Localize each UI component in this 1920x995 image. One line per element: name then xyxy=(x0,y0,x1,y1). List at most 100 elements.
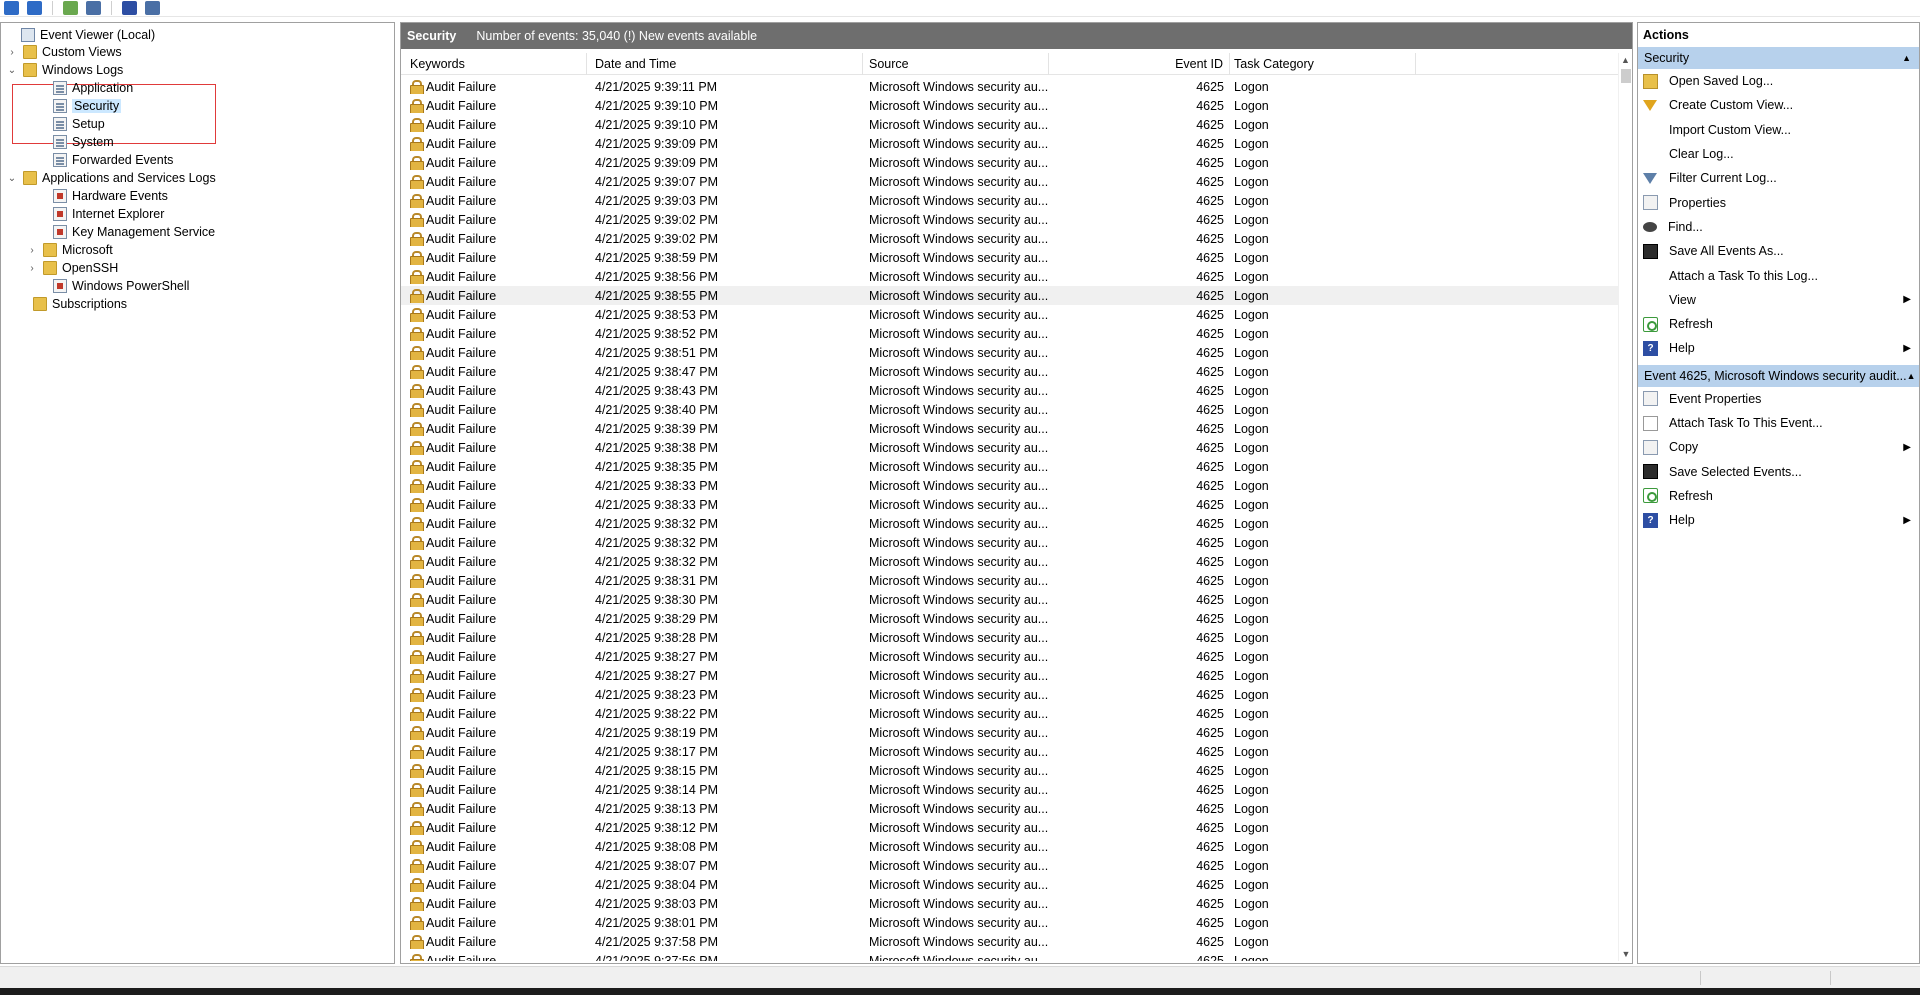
actions-section-header[interactable]: Event 4625, Microsoft Windows security a… xyxy=(1638,364,1919,387)
tree-item-openssh[interactable]: › OpenSSH xyxy=(27,259,118,277)
event-row[interactable]: Audit Failure 4/21/2025 9:38:52 PM Microso… xyxy=(401,324,1619,343)
column-header-source[interactable]: Source xyxy=(863,53,1049,75)
event-row[interactable]: Audit Failure 4/21/2025 9:38:33 PM Microso… xyxy=(401,476,1619,495)
scroll-up-icon[interactable]: ▲ xyxy=(1619,53,1632,67)
console-tree-button[interactable] xyxy=(84,0,103,17)
help-button[interactable] xyxy=(120,0,139,17)
event-row[interactable]: Audit Failure 4/21/2025 9:38:04 PM Microso… xyxy=(401,875,1619,894)
collapse-icon[interactable]: ▲ xyxy=(1902,47,1911,69)
forward-button[interactable] xyxy=(25,0,44,17)
event-row[interactable]: Audit Failure 4/21/2025 9:39:02 PM Microso… xyxy=(401,210,1619,229)
tree-item-applications-and-services-logs[interactable]: ⌄ Applications and Services Logs xyxy=(7,169,216,187)
column-header-keywords[interactable]: Keywords xyxy=(401,53,587,75)
tree-item-windows-powershell[interactable]: Windows PowerShell xyxy=(37,277,189,295)
event-row[interactable]: Audit Failure 4/21/2025 9:39:03 PM Microso… xyxy=(401,191,1619,210)
event-row[interactable]: Audit Failure 4/21/2025 9:38:27 PM Microso… xyxy=(401,647,1619,666)
scroll-thumb[interactable] xyxy=(1621,69,1631,83)
event-row[interactable]: Audit Failure 4/21/2025 9:38:38 PM Microso… xyxy=(401,438,1619,457)
tree-item-setup[interactable]: Setup xyxy=(37,115,105,133)
event-row[interactable]: Audit Failure 4/21/2025 9:38:51 PM Microso… xyxy=(401,343,1619,362)
event-row[interactable]: Audit Failure 4/21/2025 9:38:39 PM Microso… xyxy=(401,419,1619,438)
event-row[interactable]: Audit Failure 4/21/2025 9:38:32 PM Microso… xyxy=(401,514,1619,533)
event-row[interactable]: Audit Failure 4/21/2025 9:39:09 PM Microso… xyxy=(401,134,1619,153)
action-find[interactable]: Find... xyxy=(1638,215,1919,239)
action-save-all-events-as[interactable]: Save All Events As... xyxy=(1638,239,1919,263)
event-row[interactable]: Audit Failure 4/21/2025 9:39:10 PM Microso… xyxy=(401,96,1619,115)
action-attach-a-task-to-this-log[interactable]: Attach a Task To this Log... xyxy=(1638,263,1919,287)
event-row[interactable]: Audit Failure 4/21/2025 9:38:22 PM Microso… xyxy=(401,704,1619,723)
tree-item-system[interactable]: System xyxy=(37,133,114,151)
event-row[interactable]: Audit Failure 4/21/2025 9:38:32 PM Microso… xyxy=(401,552,1619,571)
action-event-properties[interactable]: Event Properties xyxy=(1638,387,1919,411)
chevron-right-icon[interactable]: › xyxy=(7,47,17,58)
event-row[interactable]: Audit Failure 4/21/2025 9:38:33 PM Microso… xyxy=(401,495,1619,514)
tree-item-forwarded-events[interactable]: Forwarded Events xyxy=(37,151,173,169)
chevron-down-icon[interactable]: ⌄ xyxy=(7,173,17,184)
event-row[interactable]: Audit Failure 4/21/2025 9:39:09 PM Microso… xyxy=(401,153,1619,172)
scroll-down-icon[interactable]: ▼ xyxy=(1619,947,1633,961)
action-refresh[interactable]: Refresh xyxy=(1638,312,1919,336)
event-row[interactable]: Audit Failure 4/21/2025 9:38:15 PM Microso… xyxy=(401,761,1619,780)
action-import-custom-view[interactable]: Import Custom View... xyxy=(1638,118,1919,142)
event-row[interactable]: Audit Failure 4/21/2025 9:38:19 PM Microso… xyxy=(401,723,1619,742)
event-row[interactable]: Audit Failure 4/21/2025 9:38:30 PM Microso… xyxy=(401,590,1619,609)
event-row[interactable]: Audit Failure 4/21/2025 9:38:47 PM Microso… xyxy=(401,362,1619,381)
event-row[interactable]: Audit Failure 4/21/2025 9:38:27 PM Microso… xyxy=(401,666,1619,685)
event-row[interactable]: Audit Failure 4/21/2025 9:38:03 PM Microso… xyxy=(401,894,1619,913)
column-header-event-id[interactable]: Event ID xyxy=(1049,53,1230,75)
event-row[interactable]: Audit Failure 4/21/2025 9:39:07 PM Microso… xyxy=(401,172,1619,191)
event-row[interactable]: Audit Failure 4/21/2025 9:38:35 PM Microso… xyxy=(401,457,1619,476)
action-help[interactable]: ? Help ▶ xyxy=(1638,508,1919,532)
action-open-saved-log[interactable]: Open Saved Log... xyxy=(1638,69,1919,93)
event-row[interactable]: Audit Failure 4/21/2025 9:38:59 PM Microso… xyxy=(401,248,1619,267)
event-row[interactable]: Audit Failure 4/21/2025 9:39:10 PM Microso… xyxy=(401,115,1619,134)
event-row[interactable]: Audit Failure 4/21/2025 9:38:53 PM Microso… xyxy=(401,305,1619,324)
action-properties[interactable]: Properties xyxy=(1638,190,1919,214)
tree-item-key-management-service[interactable]: Key Management Service xyxy=(37,223,215,241)
collapse-icon[interactable]: ▲ xyxy=(1907,365,1916,387)
event-row[interactable]: Audit Failure 4/21/2025 9:38:07 PM Microso… xyxy=(401,856,1619,875)
action-save-selected-events[interactable]: Save Selected Events... xyxy=(1638,459,1919,483)
event-row[interactable]: Audit Failure 4/21/2025 9:38:32 PM Microso… xyxy=(401,533,1619,552)
event-row[interactable]: Audit Failure 4/21/2025 9:38:31 PM Microso… xyxy=(401,571,1619,590)
action-help[interactable]: ? Help ▶ xyxy=(1638,336,1919,360)
tree-item-custom-views[interactable]: › Custom Views xyxy=(7,43,122,61)
event-row[interactable]: Audit Failure 4/21/2025 9:38:12 PM Microso… xyxy=(401,818,1619,837)
tree-item-hardware-events[interactable]: Hardware Events xyxy=(37,187,168,205)
event-row[interactable]: Audit Failure 4/21/2025 9:38:29 PM Microso… xyxy=(401,609,1619,628)
action-attach-task-to-this-event[interactable]: Attach Task To This Event... xyxy=(1638,411,1919,435)
tree-item-event-viewer-local[interactable]: Event Viewer (Local) xyxy=(5,26,155,44)
event-row[interactable]: Audit Failure 4/21/2025 9:38:17 PM Microso… xyxy=(401,742,1619,761)
chevron-down-icon[interactable]: ⌄ xyxy=(7,65,17,76)
tree-item-subscriptions[interactable]: Subscriptions xyxy=(17,295,127,313)
event-row[interactable]: Audit Failure 4/21/2025 9:38:43 PM Microso… xyxy=(401,381,1619,400)
event-row[interactable]: Audit Failure 4/21/2025 9:38:14 PM Microso… xyxy=(401,780,1619,799)
event-row[interactable]: Audit Failure 4/21/2025 9:39:11 PM Microso… xyxy=(401,77,1619,96)
tree-item-microsoft[interactable]: › Microsoft xyxy=(27,241,113,259)
event-row[interactable]: Audit Failure 4/21/2025 9:37:56 PM Microso… xyxy=(401,951,1619,961)
event-row[interactable]: Audit Failure 4/21/2025 9:38:40 PM Microso… xyxy=(401,400,1619,419)
column-header-task-category[interactable]: Task Category xyxy=(1230,53,1416,75)
action-filter-current-log[interactable]: Filter Current Log... xyxy=(1638,166,1919,190)
tree-item-security[interactable]: Security xyxy=(37,97,122,115)
event-row[interactable]: Audit Failure 4/21/2025 9:39:02 PM Microso… xyxy=(401,229,1619,248)
back-button[interactable] xyxy=(2,0,21,17)
action-create-custom-view[interactable]: Create Custom View... xyxy=(1638,93,1919,117)
vertical-scrollbar[interactable]: ▲ ▼ xyxy=(1618,53,1632,961)
event-row[interactable]: Audit Failure 4/21/2025 9:38:01 PM Microso… xyxy=(401,913,1619,932)
tree-item-windows-logs[interactable]: ⌄ Windows Logs xyxy=(7,61,123,79)
action-copy[interactable]: Copy ▶ xyxy=(1638,435,1919,459)
event-row[interactable]: Audit Failure 4/21/2025 9:38:28 PM Microso… xyxy=(401,628,1619,647)
action-refresh[interactable]: Refresh xyxy=(1638,484,1919,508)
action-pane-button[interactable] xyxy=(143,0,162,17)
chevron-right-icon[interactable]: › xyxy=(27,245,37,256)
chevron-right-icon[interactable]: › xyxy=(27,263,37,274)
action-view[interactable]: View ▶ xyxy=(1638,288,1919,312)
action-clear-log[interactable]: Clear Log... xyxy=(1638,142,1919,166)
tree-item-application[interactable]: Application xyxy=(37,79,133,97)
event-row[interactable]: Audit Failure 4/21/2025 9:38:55 PM Microso… xyxy=(401,286,1619,305)
event-row[interactable]: Audit Failure 4/21/2025 9:38:56 PM Microso… xyxy=(401,267,1619,286)
column-header-date-time[interactable]: Date and Time xyxy=(587,53,863,75)
event-row[interactable]: Audit Failure 4/21/2025 9:37:58 PM Microso… xyxy=(401,932,1619,951)
event-row[interactable]: Audit Failure 4/21/2025 9:38:23 PM Microso… xyxy=(401,685,1619,704)
